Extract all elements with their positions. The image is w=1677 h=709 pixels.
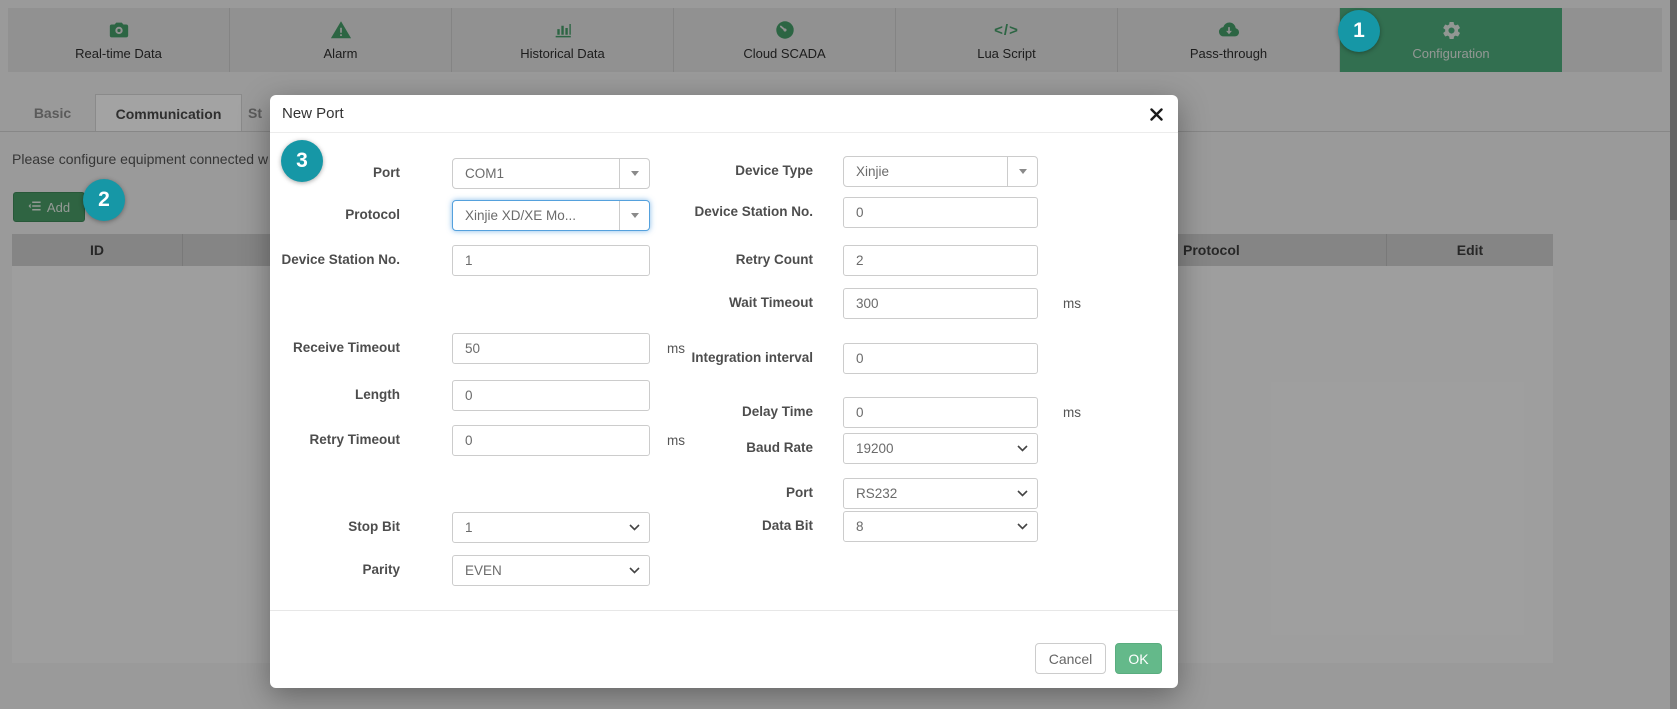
length-input[interactable]: 0: [452, 380, 650, 411]
new-port-dialog: New Port Port COM1 Protocol Xinjie XD/XE…: [270, 95, 1178, 688]
close-icon[interactable]: [1147, 105, 1165, 123]
receive-timeout-input[interactable]: 50: [452, 333, 650, 364]
dropdown-caret-icon: [619, 201, 649, 230]
dialog-title: New Port: [282, 105, 344, 122]
footer-divider: [270, 610, 1178, 611]
dropdown-caret-icon: [619, 159, 649, 188]
ok-button[interactable]: OK: [1115, 643, 1162, 674]
chevron-down-icon: [1017, 445, 1028, 452]
step-badge-3: 3: [281, 140, 323, 182]
stop-bit-label: Stop Bit: [270, 519, 400, 535]
stop-bit-select[interactable]: 1: [452, 512, 650, 543]
chevron-down-icon: [1017, 490, 1028, 497]
device-station-no-left-label: Device Station No.: [270, 252, 400, 268]
device-type-combobox[interactable]: Xinjie: [843, 156, 1038, 187]
device-station-no-left-input[interactable]: 1: [452, 245, 650, 276]
retry-count-input[interactable]: 2: [843, 245, 1038, 276]
device-type-label: Device Type: [650, 163, 813, 179]
data-bit-label: Data Bit: [650, 518, 813, 534]
chevron-down-icon: [1017, 523, 1028, 530]
ms-unit: ms: [1063, 405, 1081, 420]
protocol-label: Protocol: [270, 207, 400, 223]
ms-unit: ms: [1063, 296, 1081, 311]
cancel-button[interactable]: Cancel: [1035, 643, 1106, 674]
length-label: Length: [270, 387, 400, 403]
port-type-select[interactable]: RS232: [843, 478, 1038, 509]
wait-timeout-label: Wait Timeout: [650, 295, 813, 311]
retry-timeout-label: Retry Timeout: [270, 432, 400, 448]
delay-time-label: Delay Time: [650, 404, 813, 420]
parity-select[interactable]: EVEN: [452, 555, 650, 586]
port-combobox[interactable]: COM1: [452, 158, 650, 189]
wait-timeout-input[interactable]: 300: [843, 288, 1038, 319]
delay-time-input[interactable]: 0: [843, 397, 1038, 428]
dropdown-caret-icon: [1007, 157, 1037, 186]
integration-interval-label: Integration interval: [650, 350, 813, 366]
chevron-down-icon: [629, 567, 640, 574]
protocol-combobox[interactable]: Xinjie XD/XE Mo...: [452, 200, 650, 231]
step-badge-1: 1: [1338, 10, 1380, 52]
dialog-header: New Port: [270, 95, 1178, 133]
integration-interval-input[interactable]: 0: [843, 343, 1038, 374]
chevron-down-icon: [629, 524, 640, 531]
baud-rate-select[interactable]: 19200: [843, 433, 1038, 464]
data-bit-select[interactable]: 8: [843, 511, 1038, 542]
retry-count-label: Retry Count: [650, 252, 813, 268]
retry-timeout-input[interactable]: 0: [452, 425, 650, 456]
step-badge-2: 2: [83, 179, 125, 221]
parity-label: Parity: [270, 562, 400, 578]
device-station-no-right-input[interactable]: 0: [843, 197, 1038, 228]
device-station-no-right-label: Device Station No.: [650, 204, 813, 220]
port-type-label: Port: [650, 485, 813, 501]
receive-timeout-label: Receive Timeout: [270, 340, 400, 356]
baud-rate-label: Baud Rate: [650, 440, 813, 456]
